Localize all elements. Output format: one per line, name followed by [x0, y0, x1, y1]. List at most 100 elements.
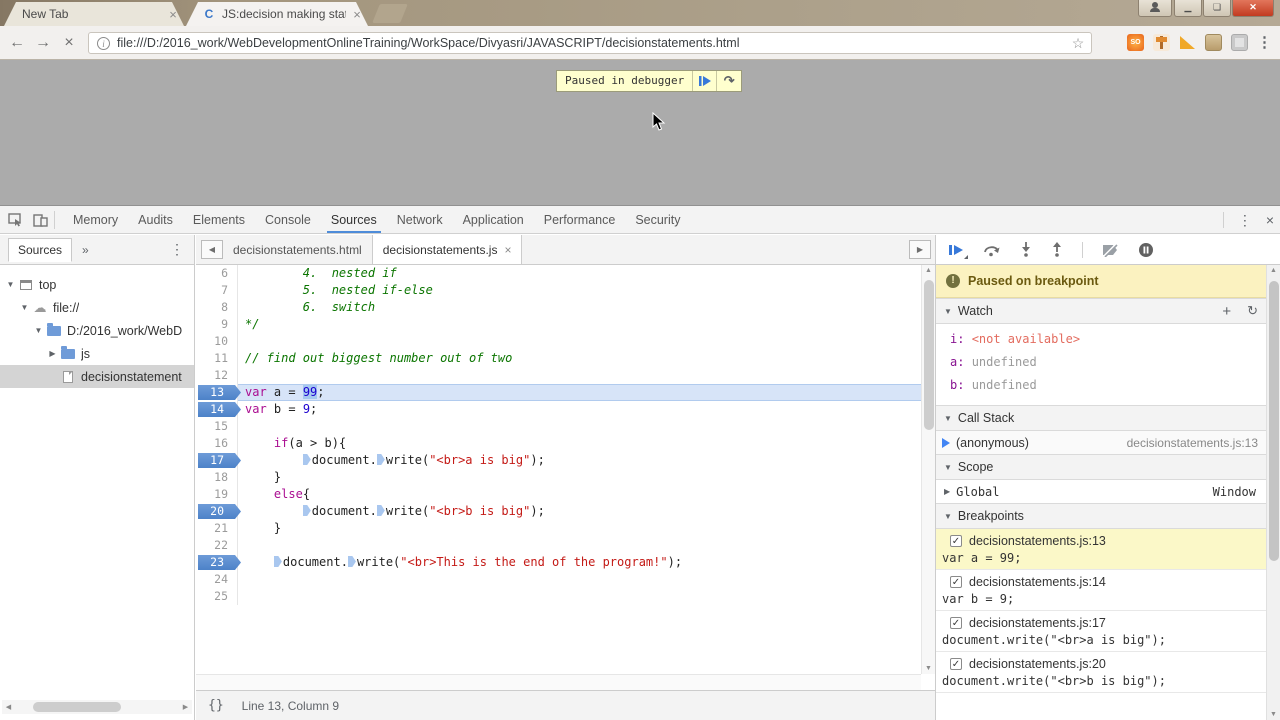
watch-section-header[interactable]: ▼ Watch + ↻	[936, 298, 1266, 324]
signpost-extension-icon[interactable]	[1153, 33, 1170, 51]
step-out-button[interactable]	[1051, 242, 1063, 257]
inline-breakpoint-marker[interactable]	[376, 505, 385, 516]
code-line-text[interactable]: }	[238, 469, 921, 486]
tab-close-icon[interactable]: ×	[162, 7, 184, 22]
window-restore-button[interactable]: ❏	[1203, 0, 1231, 17]
code-line-text[interactable]	[238, 537, 921, 554]
code-line-text[interactable]	[238, 571, 921, 588]
line-number[interactable]: 22	[196, 537, 238, 554]
code-line-text[interactable]: // find out biggest number out of two	[238, 350, 921, 367]
inline-breakpoint-marker[interactable]	[347, 556, 356, 567]
deactivate-breakpoints-button[interactable]	[1102, 242, 1119, 257]
code-line-text[interactable]	[238, 333, 921, 350]
line-number[interactable]: 18	[196, 469, 238, 486]
line-number[interactable]: 7	[196, 282, 238, 299]
browser-menu-icon[interactable]: ⋮	[1257, 33, 1272, 51]
resume-script-button[interactable]	[948, 243, 968, 259]
banner-resume-button[interactable]	[693, 71, 718, 91]
editor-hscrollbar[interactable]	[196, 674, 921, 690]
code-line-text[interactable]	[238, 588, 921, 605]
line-number[interactable]: 21	[196, 520, 238, 537]
browser-tab-active[interactable]: C JS:decision making state ×	[186, 2, 368, 26]
line-number[interactable]: 16	[196, 435, 238, 452]
triangle-extension-icon[interactable]	[1179, 34, 1196, 51]
bookmark-star-icon[interactable]: ☆	[1065, 35, 1091, 52]
inline-breakpoint-marker[interactable]	[376, 454, 385, 465]
navigator-tab-sources[interactable]: Sources	[8, 237, 73, 262]
code-line-text[interactable]: document. write("<br>a is big");	[238, 452, 921, 469]
line-number[interactable]: 8	[196, 299, 238, 316]
code-line-text[interactable]: var b = 9;	[238, 401, 921, 418]
banner-step-over-button[interactable]: ↷	[717, 71, 741, 91]
line-number[interactable]: 25	[196, 588, 238, 605]
scroll-up-icon[interactable]: ▲	[1267, 267, 1280, 274]
pdf-extension-icon[interactable]	[1231, 33, 1248, 51]
code-line-text[interactable]: }	[238, 520, 921, 537]
back-button[interactable]: ←	[6, 33, 28, 53]
expand-debugger-icon[interactable]: ▶	[909, 240, 931, 259]
breakpoint-entry[interactable]: ✓ decisionstatements.js:17 document.write(…	[936, 611, 1266, 652]
code-line-text[interactable]: if(a > b){	[238, 435, 921, 452]
line-number[interactable]: 11	[196, 350, 238, 367]
line-number[interactable]: 10	[196, 333, 238, 350]
devtools-tab-sources[interactable]: Sources	[321, 206, 387, 233]
code-line-text[interactable]: var a = 99;	[238, 384, 921, 401]
editor-tab-js[interactable]: decisionstatements.js ×	[371, 235, 523, 264]
breakpoint-marker[interactable]: 23	[196, 554, 238, 571]
stop-reload-button[interactable]: ×	[58, 33, 80, 53]
scroll-thumb[interactable]	[1269, 281, 1279, 561]
inspect-element-icon[interactable]	[8, 212, 23, 227]
line-number[interactable]: 19	[196, 486, 238, 503]
scroll-right-icon[interactable]: ▶	[179, 703, 192, 711]
device-toolbar-icon[interactable]	[33, 213, 48, 227]
devtools-tab-memory[interactable]: Memory	[63, 206, 128, 233]
breakpoint-entry[interactable]: ✓ decisionstatements.js:13 var a = 99;	[936, 529, 1266, 570]
code-line-text[interactable]: 6. switch	[238, 299, 921, 316]
code-line-text[interactable]: 5. nested if-else	[238, 282, 921, 299]
new-tab-button[interactable]	[372, 4, 408, 23]
inline-breakpoint-marker[interactable]	[302, 454, 311, 465]
call-stack-frame[interactable]: (anonymous) decisionstatements.js:13	[936, 431, 1266, 454]
scope-section-header[interactable]: ▼ Scope	[936, 454, 1266, 480]
code-line-text[interactable]: document. write("<br>b is big");	[238, 503, 921, 520]
code-area[interactable]: 6 4. nested if 7 5. nested if-else 8 6. sw…	[196, 265, 921, 674]
box-extension-icon[interactable]	[1205, 33, 1222, 51]
disclosure-triangle-icon[interactable]: ▼	[4, 280, 17, 289]
breakpoint-entry[interactable]: ✓ decisionstatements.js:20 document.write(…	[936, 652, 1266, 693]
tab-close-icon[interactable]: ×	[346, 7, 368, 22]
breakpoints-section-header[interactable]: ▼ Breakpoints	[936, 503, 1266, 529]
step-into-button[interactable]	[1020, 242, 1032, 257]
pretty-print-icon[interactable]: {}	[208, 698, 224, 713]
scroll-down-icon[interactable]: ▼	[1267, 711, 1280, 718]
add-watch-icon[interactable]: +	[1222, 303, 1231, 320]
debugger-vscrollbar[interactable]: ▲ ▼	[1266, 265, 1280, 720]
pause-on-exceptions-button[interactable]	[1138, 242, 1154, 258]
tree-item-file-[interactable]: ▼ ☁ file://	[0, 296, 194, 319]
editor-vscrollbar[interactable]: ▲ ▼	[921, 265, 935, 674]
code-line-text[interactable]: 4. nested if	[238, 265, 921, 282]
tree-item-d-2016-work-webd[interactable]: ▼ D:/2016_work/WebD	[0, 319, 194, 342]
devtools-menu-icon[interactable]: ⋮	[1238, 212, 1252, 229]
line-number[interactable]: 6	[196, 265, 238, 282]
breakpoint-marker[interactable]: 14	[196, 401, 238, 418]
disclosure-triangle-icon[interactable]: ▼	[18, 303, 31, 312]
code-line-text[interactable]: else{	[238, 486, 921, 503]
devtools-tab-network[interactable]: Network	[387, 206, 453, 233]
navigator-menu-icon[interactable]: ⋮	[170, 241, 184, 258]
watch-item-a[interactable]: a: undefined	[936, 351, 1266, 374]
so-extension-icon[interactable]: SO	[1127, 33, 1144, 51]
scroll-thumb[interactable]	[924, 280, 934, 430]
line-number[interactable]: 9	[196, 316, 238, 333]
code-line-text[interactable]: document. write("<br>This is the end of t…	[238, 554, 921, 571]
breakpoint-checkbox[interactable]: ✓	[950, 658, 962, 670]
line-number[interactable]: 12	[196, 367, 238, 384]
watch-item-i[interactable]: i: <not available>	[936, 328, 1266, 351]
devtools-tab-application[interactable]: Application	[453, 206, 534, 233]
page-info-icon[interactable]: i	[97, 36, 110, 50]
navigator-hscrollbar[interactable]: ◀ ▶	[2, 700, 192, 714]
window-minimize-button[interactable]: ▁	[1174, 0, 1202, 17]
devtools-tab-audits[interactable]: Audits	[128, 206, 183, 233]
tree-item-decisionstatement[interactable]: decisionstatement	[0, 365, 194, 388]
breakpoint-checkbox[interactable]: ✓	[950, 535, 962, 547]
disclosure-triangle-icon[interactable]: ▶	[46, 349, 59, 358]
